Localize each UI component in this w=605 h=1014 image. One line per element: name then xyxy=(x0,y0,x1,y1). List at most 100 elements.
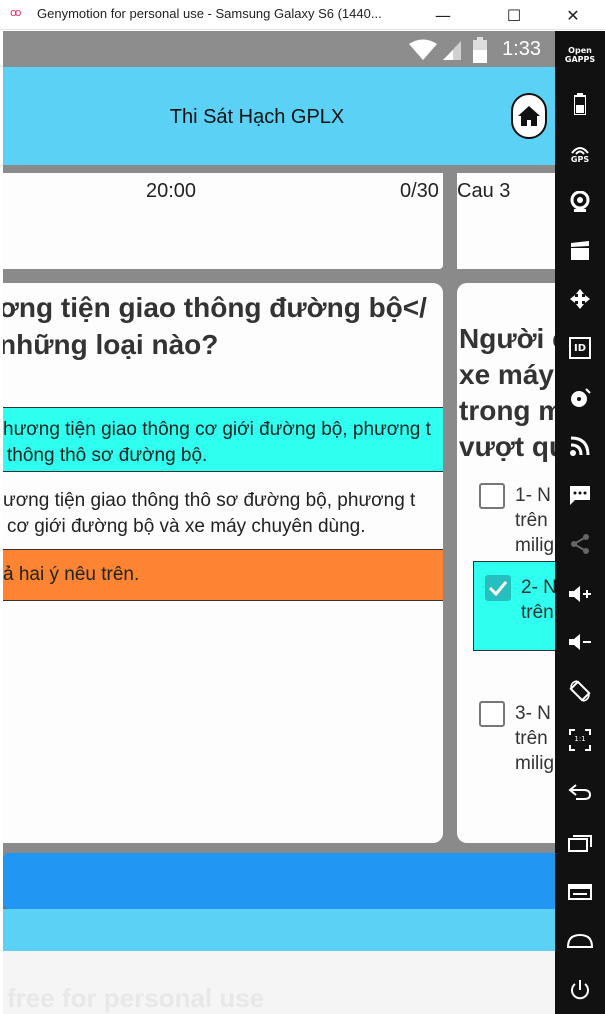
next-question-text-line: xe máy xyxy=(459,359,554,390)
option-text-1[interactable]: 1- N trên milig xyxy=(515,483,554,558)
power-button[interactable] xyxy=(555,975,605,1005)
disk-io-button[interactable] xyxy=(555,383,605,413)
back-button[interactable] xyxy=(555,777,605,807)
gps-button[interactable]: GPS xyxy=(555,139,605,169)
minimize-icon: — xyxy=(435,5,451,25)
move-arrows-icon xyxy=(570,289,590,309)
volume-down-icon xyxy=(569,634,591,650)
option-text-2[interactable]: 2- N trên xyxy=(521,575,555,625)
android-home-button[interactable] xyxy=(555,926,605,956)
timer-card: 20:00 0/30 xyxy=(3,173,443,269)
pixel-perfect-button[interactable]: 1:1 xyxy=(555,725,605,755)
id-label: ID xyxy=(573,342,587,354)
rotate-icon xyxy=(569,680,591,702)
option-text-line: trên xyxy=(521,602,554,623)
wifi-icon xyxy=(409,39,437,60)
volume-down-button[interactable] xyxy=(555,627,605,657)
time-remaining: 20:00 xyxy=(146,180,197,202)
status-time: 1:33 xyxy=(502,38,541,60)
next-question-label: Cau 3 xyxy=(457,180,511,202)
id-icon: ID xyxy=(569,337,591,359)
next-timer-card: Cau 3 xyxy=(457,173,555,269)
battery-button[interactable] xyxy=(555,89,605,119)
close-window-button[interactable]: ✕ xyxy=(550,0,596,30)
window-title: Genymotion for personal use - Samsung Ga… xyxy=(37,6,382,21)
next-question-text-line: trong m xyxy=(459,395,555,426)
window-title-bar: oo Genymotion for personal use - Samsung… xyxy=(0,0,605,30)
device-screen: 1:33 Thi Sát Hạch GPLX 20:00 0/30 Cau 3 … xyxy=(3,31,555,1014)
option-text-line: milig xyxy=(515,753,555,774)
answer-text-line: ương tiện giao thông thô sơ đường bộ, ph… xyxy=(3,490,416,511)
maximize-button[interactable]: ☐ xyxy=(491,0,537,30)
app-title: Thi Sát Hạch GPLX xyxy=(169,106,345,128)
share-button[interactable] xyxy=(555,529,605,559)
option-checkbox-3[interactable] xyxy=(479,701,505,727)
android-status-bar: 1:33 xyxy=(3,31,555,67)
answer-text-line: hương tiện giao thông cơ giới đường bộ, … xyxy=(3,419,431,440)
app-bar: Thi Sát Hạch GPLX xyxy=(3,67,555,165)
option-text-line: 3- N xyxy=(515,703,551,724)
sms-button[interactable] xyxy=(555,480,605,510)
answer-text-line: ả hai ý nêu trên. xyxy=(3,564,140,585)
battery-icon xyxy=(473,37,487,63)
option-checkbox-2[interactable] xyxy=(485,575,511,601)
open-gapps-label: Open GAPPS xyxy=(564,46,596,64)
next-question-text-line: vượt qu xyxy=(459,431,555,462)
next-question-text-line: Người c xyxy=(459,323,555,354)
fullscreen-icon: 1:1 xyxy=(569,729,591,751)
check-icon xyxy=(488,581,508,597)
remote-control-button[interactable] xyxy=(555,284,605,314)
home-arch-icon xyxy=(567,934,593,948)
recent-apps-button[interactable] xyxy=(555,828,605,858)
next-question-card: Người c xe máy trong m vượt qu 1- N trên… xyxy=(457,283,555,843)
bottom-action-bar[interactable] xyxy=(3,853,555,909)
open-gapps-button[interactable]: Open GAPPS xyxy=(555,43,605,67)
device-id-button[interactable]: ID xyxy=(555,333,605,363)
battery-icon xyxy=(574,93,586,115)
genymotion-logo-icon: oo xyxy=(10,6,22,19)
answer-text-line: cơ giới đường bộ và xe máy chuyên dùng. xyxy=(7,516,366,537)
webcam-icon xyxy=(570,191,590,212)
gps-label: GPS xyxy=(570,154,590,164)
option-text-line: trên xyxy=(515,510,548,531)
gps-icon xyxy=(571,146,589,155)
rotate-button[interactable] xyxy=(555,676,605,706)
bottom-strip xyxy=(3,909,555,951)
network-button[interactable] xyxy=(555,431,605,461)
camera-button[interactable] xyxy=(555,187,605,217)
menu-button[interactable] xyxy=(555,877,605,907)
option-text-line: 2- N xyxy=(521,577,555,598)
power-icon xyxy=(571,980,589,1000)
answer-option-3[interactable]: ả hai ý nêu trên. xyxy=(3,549,443,601)
share-icon xyxy=(571,534,589,554)
question-text-line: những loại nào? xyxy=(3,329,219,360)
question-card: ơng tiện giao thông đường bộ</ những loạ… xyxy=(3,283,443,843)
clapperboard-icon xyxy=(571,241,589,260)
home-button[interactable] xyxy=(511,93,547,139)
option-text-line: milig xyxy=(515,535,555,556)
answer-option-2[interactable]: ương tiện giao thông thô sơ đường bộ, ph… xyxy=(3,478,443,538)
watermark-text: free for personal use xyxy=(7,983,265,1013)
close-icon: ✕ xyxy=(566,5,580,25)
option-text-3[interactable]: 3- N trên milig xyxy=(515,701,554,776)
volume-up-icon xyxy=(569,586,591,602)
ratio-label: 1:1 xyxy=(574,735,586,743)
minimize-button[interactable]: — xyxy=(420,0,466,30)
answered-progress: 0/30 xyxy=(400,180,439,202)
option-text-line: trên xyxy=(515,728,548,749)
question-text-line: ơng tiện giao thông đường bộ</ xyxy=(3,292,427,323)
answer-text-line: thông thô sơ đường bộ. xyxy=(7,445,208,466)
cell-signal-icon xyxy=(443,41,461,60)
volume-up-button[interactable] xyxy=(555,579,605,609)
option-text-line: 1- N xyxy=(515,485,551,506)
disk-icon xyxy=(571,388,591,407)
screencast-button[interactable] xyxy=(555,236,605,266)
message-icon xyxy=(570,486,590,505)
answer-option-1[interactable]: hương tiện giao thông cơ giới đường bộ, … xyxy=(3,407,443,472)
emulator-toolbar: Open GAPPS GPS ID 1:1 xyxy=(555,31,605,1014)
menu-icon xyxy=(568,884,592,900)
home-icon xyxy=(518,106,540,126)
back-icon xyxy=(568,784,592,800)
maximize-icon: ☐ xyxy=(506,5,522,25)
option-checkbox-1[interactable] xyxy=(479,483,505,509)
